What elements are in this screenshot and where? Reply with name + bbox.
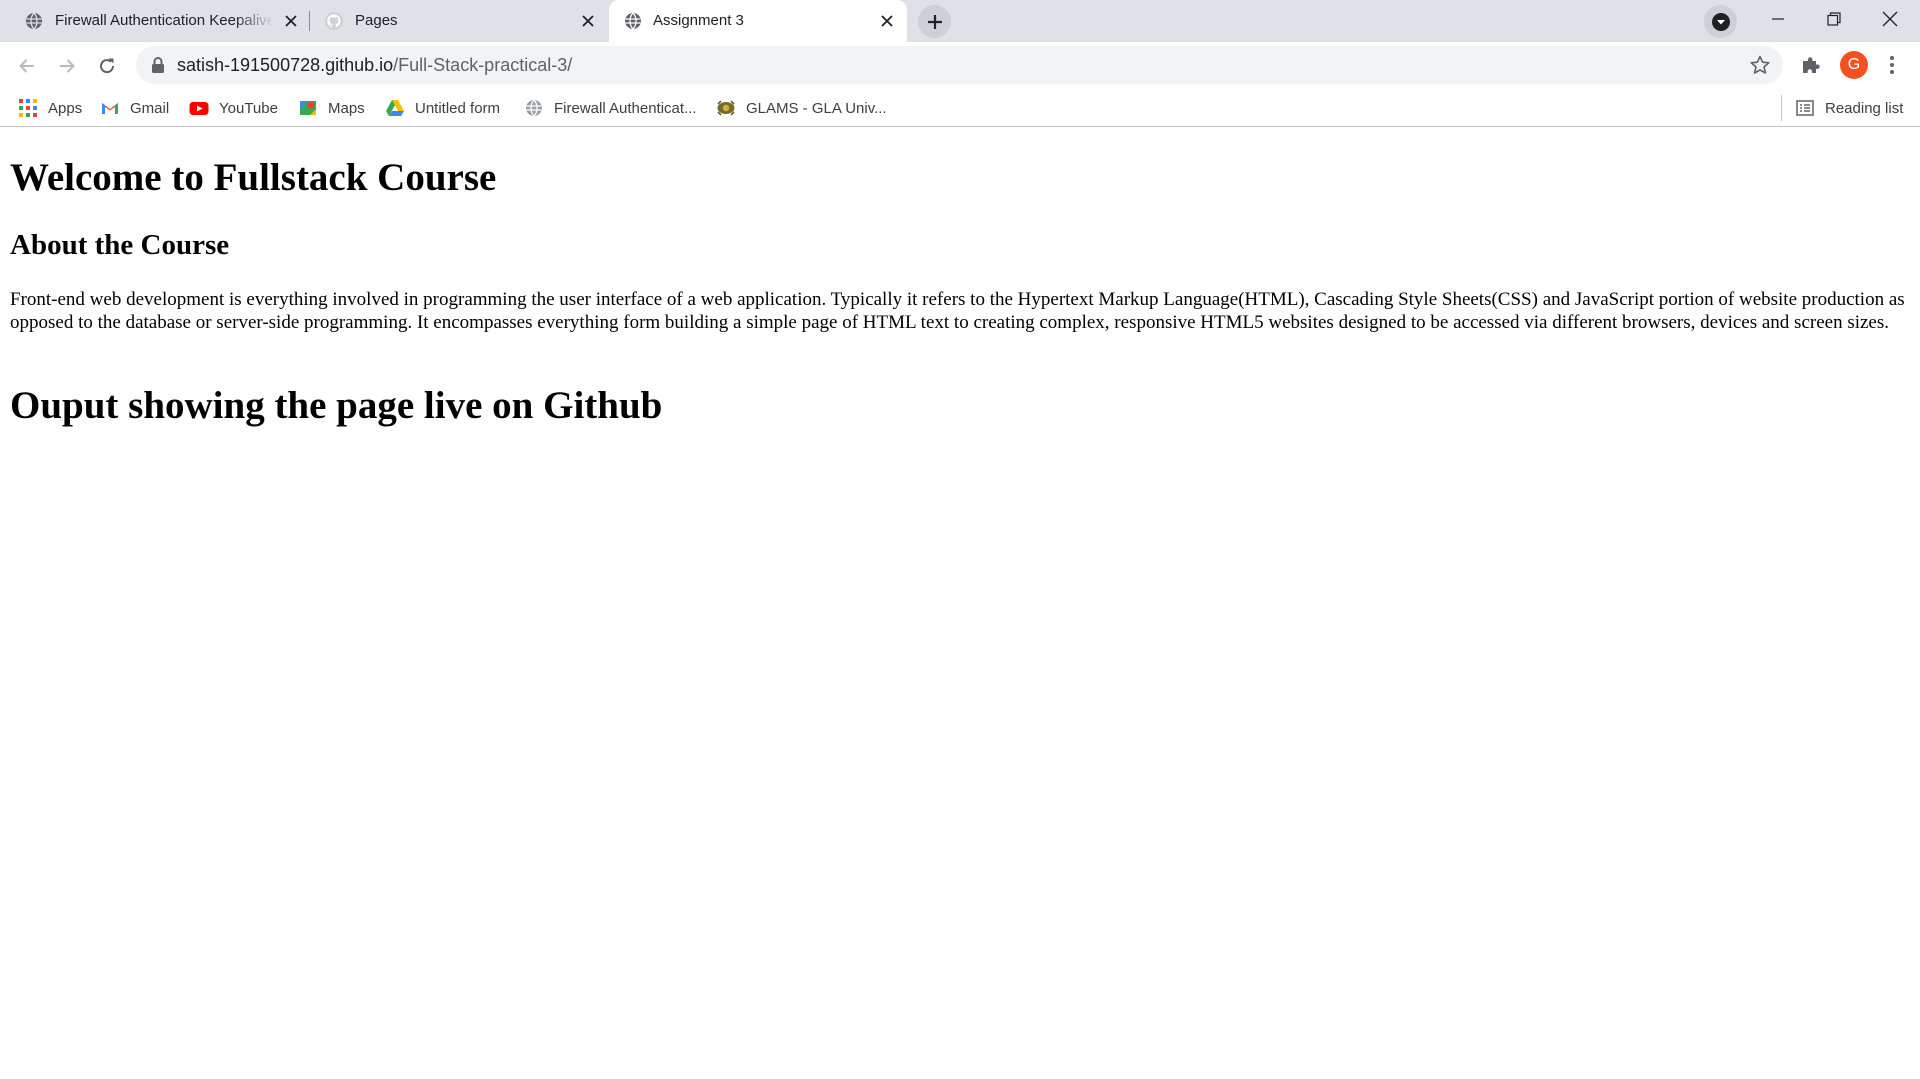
section-heading-about: About the Course	[10, 229, 230, 261]
bookmark-label: Maps	[328, 99, 365, 117]
window-close-button[interactable]	[1862, 0, 1918, 38]
reading-list-icon	[1796, 100, 1814, 116]
more-vert-icon	[1890, 56, 1894, 74]
bookmark-label: Firewall Authenticat...	[554, 99, 697, 117]
arrow-left-icon	[19, 59, 34, 73]
close-icon[interactable]	[877, 11, 897, 31]
tab-assignment-3[interactable]: Assignment 3	[609, 0, 907, 42]
close-icon[interactable]	[578, 11, 598, 31]
bookmark-label: Apps	[48, 99, 83, 117]
reload-button[interactable]	[89, 48, 125, 84]
close-icon[interactable]	[281, 11, 301, 31]
google-drive-icon	[386, 100, 404, 116]
page-content: Welcome to Fullstack Course About the Co…	[0, 128, 1920, 1080]
bookmark-maps[interactable]: Maps	[298, 97, 365, 119]
tab-firewall-authentication[interactable]: Firewall Authentication Keepalive	[0, 0, 308, 42]
bookmark-star-icon[interactable]	[1749, 54, 1771, 76]
tab-search-button[interactable]	[1704, 5, 1737, 38]
maps-icon	[300, 101, 316, 115]
url-host: satish-191500728.github.io	[177, 55, 394, 75]
gla-logo-icon	[717, 100, 735, 116]
plus-icon	[927, 14, 942, 29]
browser-menu-button[interactable]	[1880, 50, 1904, 80]
tab-pages[interactable]: Pages	[310, 0, 608, 42]
tab-title: Assignment 3	[653, 12, 744, 29]
forward-button[interactable]	[49, 48, 85, 84]
close-icon	[1882, 11, 1898, 27]
bookmark-apps[interactable]: Apps	[18, 97, 82, 119]
bookmark-firewall-authentication[interactable]: Firewall Authenticat...	[524, 97, 697, 119]
bookmark-glams[interactable]: GLAMS - GLA Univ...	[716, 97, 887, 119]
restore-button[interactable]	[1806, 0, 1862, 38]
back-button[interactable]	[9, 48, 45, 84]
puzzle-piece-icon	[1803, 57, 1820, 73]
bookmark-label: YouTube	[219, 99, 278, 117]
bookmarks-bar: Apps Gmail YouTube Maps Untitled form Fi…	[0, 89, 1920, 127]
course-description: Front-end web development is everything …	[10, 289, 1905, 333]
globe-icon	[625, 12, 641, 30]
bookmark-untitled-form[interactable]: Untitled form	[385, 97, 500, 119]
profile-avatar[interactable]: G	[1840, 51, 1868, 79]
bookmark-label: Untitled form	[415, 99, 501, 117]
reading-list-button[interactable]: Reading list	[1795, 97, 1903, 119]
arrow-right-icon	[60, 59, 75, 73]
reload-icon	[100, 58, 115, 74]
url-path: /Full-Stack-practical-3/	[393, 55, 573, 75]
apps-grid-icon	[19, 99, 37, 117]
github-icon	[325, 12, 343, 30]
globe-icon	[526, 99, 542, 117]
chevron-down-icon	[1711, 12, 1730, 31]
new-tab-button[interactable]	[918, 5, 951, 38]
bookmarks-divider	[1781, 95, 1782, 121]
minimize-icon	[1772, 18, 1784, 20]
tab-strip: Firewall Authentication Keepalive Pages	[0, 0, 1920, 42]
bookmark-label: GLAMS - GLA Univ...	[746, 99, 887, 117]
lock-icon[interactable]	[150, 56, 166, 74]
bookmark-label: Gmail	[130, 99, 170, 117]
address-bar[interactable]: satish-191500728.github.io/Full-Stack-pr…	[136, 46, 1783, 84]
section-heading-output: Ouput showing the page live on Github	[10, 384, 663, 427]
youtube-icon	[189, 102, 209, 115]
page-title: Welcome to Fullstack Course	[10, 156, 497, 199]
tab-title: Pages	[355, 12, 398, 29]
gmail-icon	[102, 103, 118, 114]
bookmark-youtube[interactable]: YouTube	[189, 97, 278, 119]
reading-list-label: Reading list	[1825, 99, 1904, 117]
toolbar: satish-191500728.github.io/Full-Stack-pr…	[0, 42, 1920, 89]
extensions-button[interactable]	[1798, 52, 1824, 78]
url-text[interactable]: satish-191500728.github.io/Full-Stack-pr…	[177, 55, 572, 75]
minimize-button[interactable]	[1750, 0, 1806, 38]
browser-window: Firewall Authentication Keepalive Pages	[0, 0, 1920, 1080]
restore-icon	[1827, 12, 1841, 26]
globe-icon	[26, 12, 42, 30]
bookmark-gmail[interactable]: Gmail	[100, 97, 169, 119]
